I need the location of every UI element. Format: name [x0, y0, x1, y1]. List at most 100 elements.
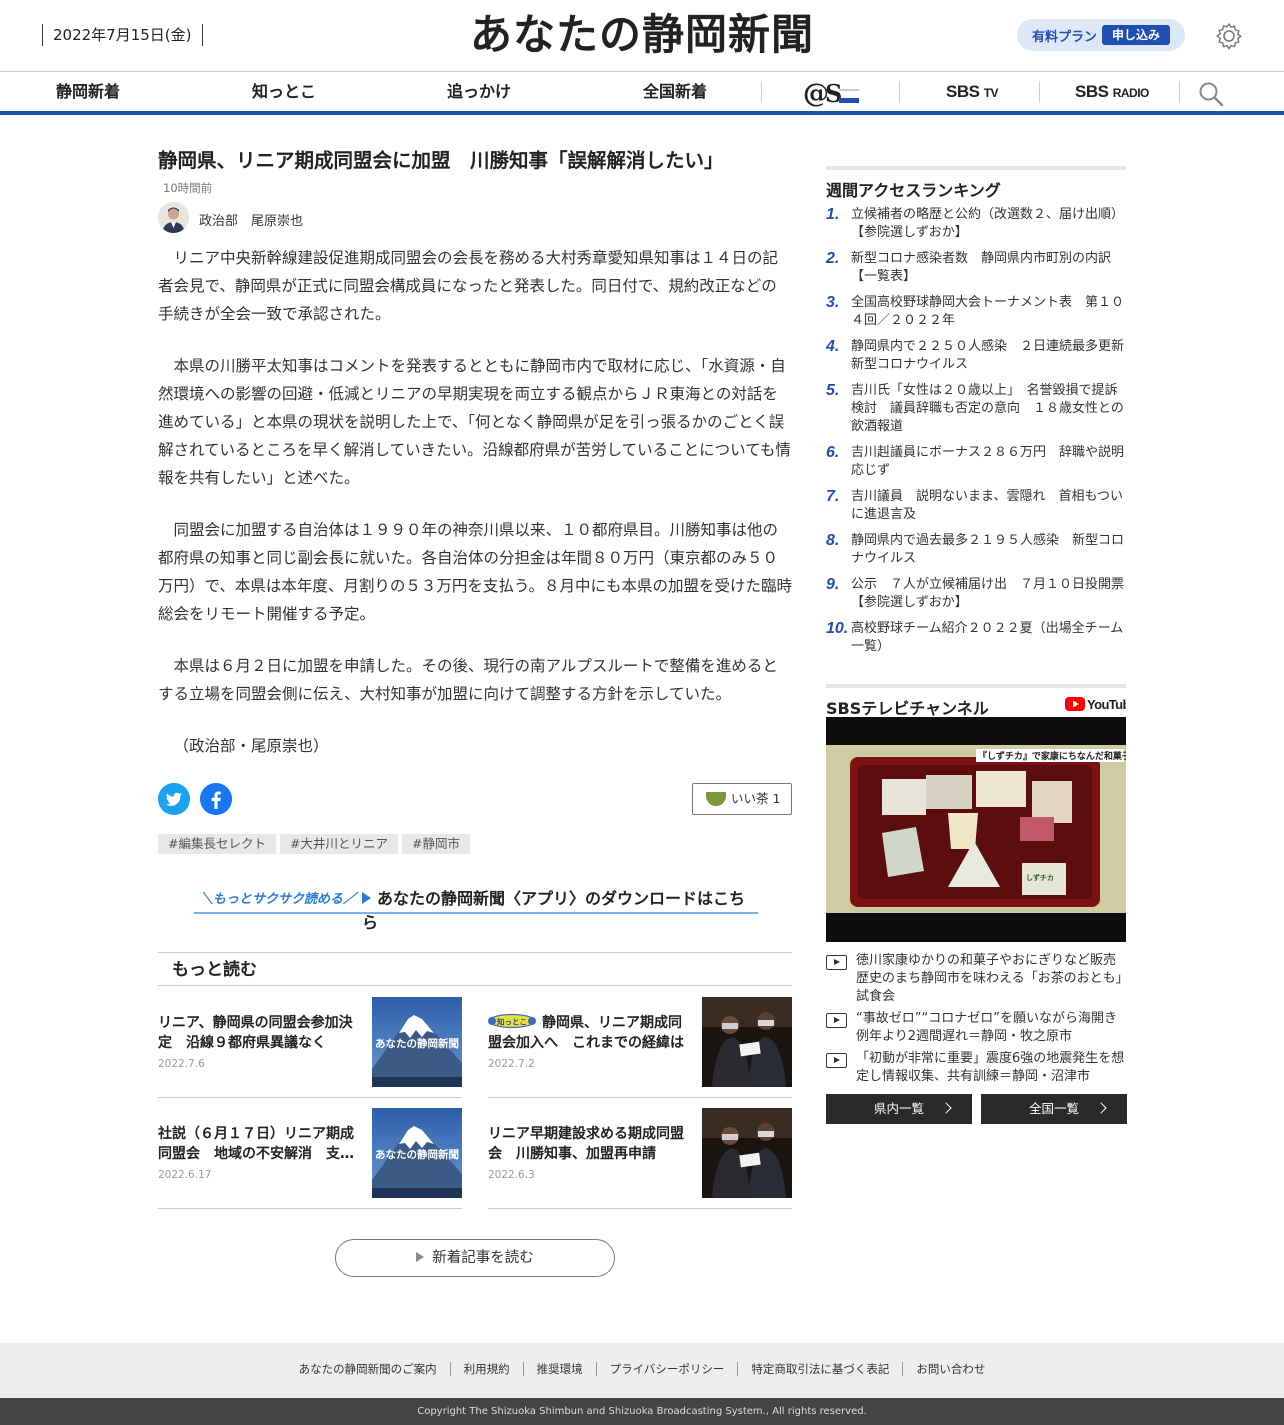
ranking-title: 吉川議員 説明ないまま、雲隠れ 首相もついに進退言及	[851, 489, 1123, 522]
video-item[interactable]: 「初動が非常に重要」震度6強の地震発生を想定し情報収集、共有訓練＝静岡・沼津市	[826, 1050, 1126, 1086]
video-item[interactable]: “事故ゼロ”“コロナゼロ”を願いながら海開き 例年より2週間遅れ＝静岡・牧之原市	[826, 1010, 1130, 1046]
article-author[interactable]: 政治部 尾原崇也	[158, 202, 792, 234]
video-item[interactable]: 徳川家康ゆかりの和菓子やおにぎりなど販売 歴史のまち静岡市を味わえる「お茶のおと…	[826, 952, 1129, 1006]
iicha-label: いい茶	[731, 791, 769, 806]
ranking-item[interactable]: 1. 立候補者の略歴と公約（改選数２、届け出順）【参院選しずおか】	[826, 206, 1126, 242]
article-paragraph: 本県の川勝平太知事はコメントを発表するとともに静岡市内で取材に応じ、「水資源・自…	[158, 357, 791, 487]
article-title: 静岡県、リニア期成同盟会に加盟 川勝知事「誤解解消したい」	[158, 149, 724, 172]
facebook-icon[interactable]	[200, 783, 232, 815]
footer-links: あなたの静岡新聞のご案内 利用規約 推奨環境 プライバシーポリシー 特定商取引法に基づく…	[0, 1362, 1284, 1376]
ranking-number: 4.	[826, 338, 840, 355]
tea-cup-icon	[706, 792, 726, 806]
list-buttons: 県内一覧 全国一覧	[826, 1094, 1127, 1124]
ranking-item[interactable]: 6. 吉川赳議員にボーナス２８６万円 辞職や説明応じず	[826, 444, 1126, 480]
ranking-list: 1. 立候補者の略歴と公約（改選数２、届け出順）【参院選しずおか】 2. 新型コロナ…	[826, 206, 1137, 656]
related-article-card[interactable]: リニア早期建設求める期成同盟会 川勝知事、加盟再申請 2022.6.3	[488, 1098, 792, 1209]
ranking-item[interactable]: 9. 公示 ７人が立候補届け出 ７月１０日投開票【参院選しずおか】	[826, 576, 1126, 612]
ranking-item[interactable]: 2. 新型コロナ感染者数 静岡県内市町別の内訳【一覧表】	[826, 250, 1126, 286]
ranking-item[interactable]: 4. 静岡県内で２２５０人感染 ２日連続最多更新 新型コロナウイルス	[826, 338, 1137, 374]
app-download-lead: ＼もっとサクサク読める／	[200, 892, 357, 907]
ranking-number: 9.	[826, 576, 840, 593]
article-paragraph: リニア中央新幹線建設促進期成同盟会の会長を務める大村秀章愛知県知事は１４日の記者…	[158, 249, 779, 323]
video-caption: 『しずチカ』で家康にちなんだ和菓子」販売	[978, 750, 1126, 762]
app-download-text: あなたの静岡新聞〈アプリ〉のダウンロードはこちら	[362, 885, 758, 933]
ranking-title: 吉川氏「女性は２０歳以上」 名誉毀損で提訴検討 議員辞職も否定の意向 １８歳女性…	[851, 383, 1124, 434]
play-icon	[826, 955, 847, 970]
handover-photo-thumbnail	[702, 997, 792, 1087]
related-article-card[interactable]: リニア、静岡県の同盟会参加決定 沿線９都府県異議なく 2022.7.6 あなたの…	[158, 987, 462, 1098]
footer-link-terms[interactable]: 利用規約	[449, 1362, 523, 1376]
svg-text:S: S	[825, 79, 842, 108]
ranking-number: 5.	[826, 382, 840, 399]
handover-photo-thumbnail	[702, 1108, 792, 1198]
app-download-banner[interactable]: ＼もっとサクサク読める／ あなたの静岡新聞〈アプリ〉のダウンロードはこちら	[194, 884, 758, 932]
iicha-button[interactable]: いい茶 1	[692, 783, 792, 815]
footer-link-about[interactable]: あなたの静岡新聞のご案内	[286, 1362, 450, 1376]
nav-divider	[1179, 81, 1180, 103]
twitter-icon[interactable]	[158, 783, 190, 815]
tag[interactable]: #大井川とリニア	[279, 834, 398, 854]
thumbnail-caption: あなたの静岡新聞	[375, 1038, 459, 1050]
ranking-item[interactable]: 5. 吉川氏「女性は２０歳以上」 名誉毀損で提訴検討 議員辞職も否定の意向 １８歳…	[826, 382, 1126, 436]
youtube-icon[interactable]: YouTube	[1065, 696, 1126, 712]
at-s-logo-icon[interactable]: @ S	[803, 78, 861, 108]
read-new-articles-button[interactable]: 新着記事を読む	[335, 1239, 615, 1277]
article-paragraph: 本県は６月２日に加盟を申請した。その後、現行の南アルプスルートで整備を進めるとす…	[158, 657, 778, 703]
ranking-item[interactable]: 8. 静岡県内で過去最多２１９５人感染 新型コロナウイルス	[826, 532, 1126, 568]
ranking-item[interactable]: 7. 吉川議員 説明ないまま、雲隠れ 首相もついに進退言及	[826, 488, 1126, 524]
apply-button[interactable]: 申し込み	[1102, 25, 1170, 45]
author-name: 政治部 尾原崇也	[199, 214, 304, 229]
footer-link-privacy[interactable]: プライバシーポリシー	[595, 1362, 738, 1376]
ranking-item[interactable]: 3. 全国高校野球静岡大会トーナメント表 第１０４回／２０２２年	[826, 294, 1126, 330]
copyright: Copyright The Shizuoka Shimbun and Shizu…	[0, 1398, 1284, 1425]
footer-link-commerce-law[interactable]: 特定商取引法に基づく表記	[737, 1362, 902, 1376]
more-articles-heading: もっと読む	[158, 952, 792, 986]
related-article-date: 2022.6.3	[488, 1169, 535, 1181]
paid-plan-banner[interactable]: 有料プラン 申し込み	[1017, 19, 1185, 51]
ranking-title: 高校野球チーム紹介２０２２夏（出場全チーム一覧）	[851, 621, 1124, 654]
ranking-title: 全国高校野球静岡大会トーナメント表 第１０４回／２０２２年	[851, 295, 1125, 328]
article-time: 10時間前	[163, 181, 213, 195]
ranking-number: 7.	[826, 488, 840, 505]
video-list: 徳川家康ゆかりの和菓子やおにぎりなど販売 歴史のまち静岡市を味わえる「お茶のおと…	[826, 952, 1130, 1090]
sbs-radio-label: SBS	[1075, 82, 1109, 101]
local-list-button[interactable]: 県内一覧	[826, 1094, 972, 1124]
youtube-label: YouTube	[1087, 697, 1126, 712]
article: 静岡県、リニア期成同盟会に加盟 川勝知事「誤解解消したい」 10時間前 政治部 …	[158, 149, 792, 1277]
author-avatar	[158, 202, 189, 233]
search-icon[interactable]	[1198, 81, 1224, 107]
related-article-date: 2022.7.6	[158, 1058, 205, 1070]
fuji-thumbnail: あなたの静岡新聞	[372, 997, 462, 1087]
related-article-card[interactable]: 社説（６月１７日）リニア期成同盟会 地域の不安解消 支… 2022.6.17 あ…	[158, 1098, 462, 1209]
nav-item-sbs-tv[interactable]: SBS TV	[946, 72, 999, 112]
nav-divider	[899, 81, 900, 103]
article-paragraph: 同盟会に加盟する自治体は１９９０年の神奈川県以来、１０都府県目。川勝知事は他の都…	[158, 521, 792, 623]
sbs-tv-channel: SBSテレビチャンネル YouTube	[826, 684, 1158, 1124]
video-player[interactable]: 『しずチカ』で家康にちなんだ和菓子」販売 しずチカ	[826, 717, 1158, 942]
ranking-title: 立候補者の略歴と公約（改選数２、届け出順）【参院選しずおか】	[851, 207, 1125, 240]
thumbnail-caption: あなたの静岡新聞	[375, 1149, 459, 1161]
ranking-title: 静岡県内で過去最多２１９５人感染 新型コロナウイルス	[851, 533, 1125, 566]
video-thumbnail: 『しずチカ』で家康にちなんだ和菓子」販売 しずチカ	[826, 717, 1158, 942]
nav-item-shittoko[interactable]: 知っとこ	[252, 72, 316, 112]
tag[interactable]: #静岡市	[401, 834, 470, 854]
video-title: “事故ゼロ”“コロナゼロ”を願いながら海開き 例年より2週間遅れ＝静岡・牧之原市	[856, 1011, 1130, 1044]
ranking-item[interactable]: 10. 高校野球チーム紹介２０２２夏（出場全チーム一覧）	[826, 620, 1126, 656]
national-list-button[interactable]: 全国一覧	[981, 1094, 1127, 1124]
footer-link-environment[interactable]: 推奨環境	[522, 1362, 596, 1376]
play-icon	[826, 1013, 847, 1028]
footer-link-contact[interactable]: お問い合わせ	[902, 1362, 998, 1376]
ranking-heading: 週間アクセスランキング	[826, 166, 1126, 200]
nav-item-shizuoka-new[interactable]: 静岡新着	[56, 72, 120, 112]
related-article-title: リニア、静岡県の同盟会参加決定 沿線９都府県異議なく	[158, 1015, 353, 1051]
footer: あなたの静岡新聞のご案内 利用規約 推奨環境 プライバシーポリシー 特定商取引法に基づく…	[0, 1343, 1284, 1398]
gear-icon[interactable]	[1214, 21, 1244, 51]
nav-item-national-new[interactable]: 全国新着	[643, 72, 707, 112]
tag[interactable]: #編集長セレクト	[158, 834, 276, 854]
ranking-number: 3.	[826, 294, 840, 311]
nav-item-sbs-radio[interactable]: SBS RADIO	[1075, 72, 1149, 112]
main-nav: 静岡新着 知っとこ 追っかけ 全国新着 @ S SBS TV SBS RADIO	[0, 71, 1284, 115]
nav-item-okkake[interactable]: 追っかけ	[447, 72, 511, 112]
related-article-card[interactable]: 知っとこ 静岡県、リニア期成同盟会加入へ これまでの経緯は 2022.7.2	[488, 987, 792, 1098]
related-article-title: 知っとこ 静岡県、リニア期成同盟会加入へ これまでの経緯は	[488, 1013, 688, 1053]
